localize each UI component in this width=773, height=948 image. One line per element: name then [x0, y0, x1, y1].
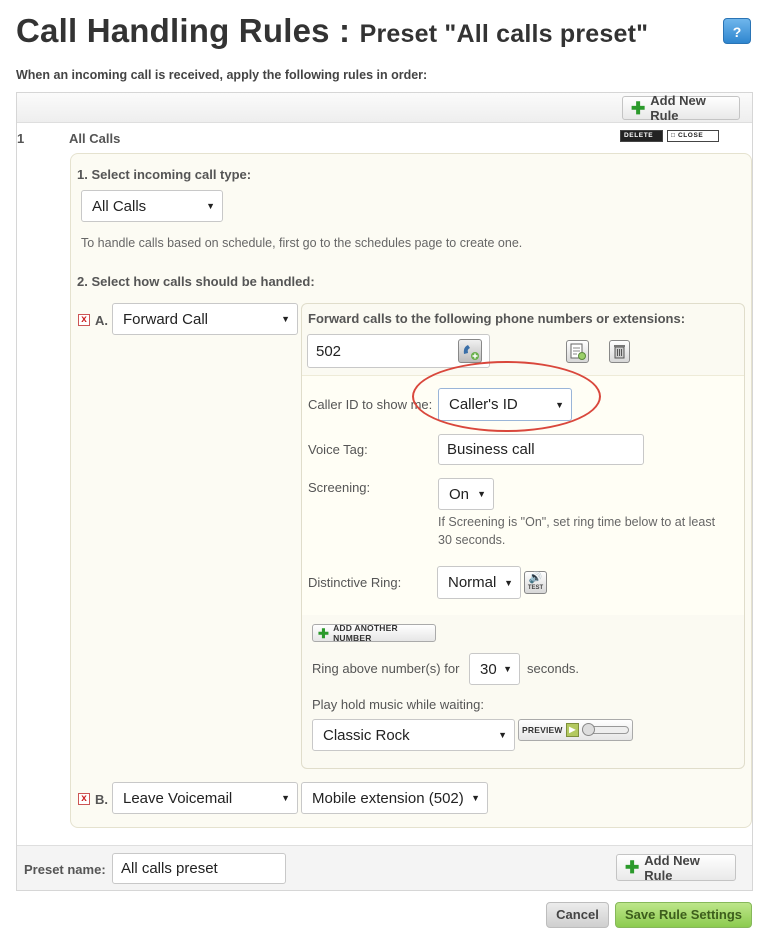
distinctive-ring-label: Distinctive Ring:: [308, 575, 402, 590]
action-b-select[interactable]: Leave Voicemail ▼: [112, 782, 298, 814]
ring-above-label: Ring above number(s) for: [312, 661, 460, 676]
preset-name-input[interactable]: All calls preset: [112, 853, 286, 884]
voice-tag-label: Voice Tag:: [308, 442, 368, 457]
remove-action-b-button[interactable]: x: [78, 793, 90, 805]
speaker-icon: 🔊: [528, 572, 543, 584]
dropdown-arrow-icon: ▼: [471, 793, 480, 803]
save-rule-settings-button[interactable]: Save Rule Settings: [615, 902, 752, 928]
play-icon[interactable]: ▶: [565, 723, 580, 737]
intro-text: When an incoming call is received, apply…: [16, 68, 428, 82]
dropdown-arrow-icon: ▼: [206, 201, 215, 211]
seconds-label: seconds.: [527, 661, 580, 676]
dropdown-arrow-icon: ▼: [281, 793, 290, 803]
volume-slider[interactable]: [582, 723, 629, 736]
remove-action-a-button[interactable]: x: [78, 314, 90, 326]
ring-seconds-select[interactable]: 30 ▼: [469, 653, 520, 685]
highlight-circle: [412, 361, 601, 432]
contact-card-icon[interactable]: [566, 340, 589, 363]
trash-icon[interactable]: [609, 340, 630, 363]
action-b-letter: B.: [95, 792, 108, 807]
preset-name-label: Preset name:: [24, 862, 106, 877]
dropdown-arrow-icon: ▼: [503, 664, 512, 674]
slider-handle[interactable]: [582, 723, 596, 736]
hold-music-label: Play hold music while waiting:: [312, 697, 484, 712]
rule-name: All Calls: [69, 131, 121, 146]
dropdown-arrow-icon: ▼: [504, 577, 513, 588]
plus-icon: ✚: [625, 858, 640, 877]
page-title: Call Handling Rules : Preset "All calls …: [16, 12, 649, 49]
dropdown-arrow-icon: ▼: [498, 730, 507, 740]
help-button[interactable]: ?: [723, 18, 751, 44]
voicemail-target-select[interactable]: Mobile extension (502) ▼: [301, 782, 488, 814]
add-new-rule-button-top[interactable]: ✚ Add New Rule: [622, 93, 740, 123]
screening-note: If Screening is "On", set ring time belo…: [438, 515, 716, 547]
dropdown-arrow-icon: ▼: [477, 489, 486, 499]
plus-icon: ✚: [631, 98, 646, 118]
schedule-note: To handle calls based on schedule, first…: [81, 236, 523, 250]
dropdown-arrow-icon: ▼: [281, 314, 290, 324]
forward-label: Forward calls to the following phone num…: [308, 311, 686, 326]
add-another-number-button[interactable]: ✚ ADD ANOTHER NUMBER: [312, 623, 436, 643]
screening-select[interactable]: On ▼: [438, 478, 494, 510]
close-rule-button[interactable]: □ CLOSE: [667, 130, 719, 142]
screening-label: Screening:: [308, 480, 371, 495]
delete-rule-button[interactable]: DELETE: [620, 130, 663, 142]
action-a-letter: A.: [95, 313, 108, 328]
call-type-select[interactable]: All Calls ▼: [81, 190, 223, 222]
distinctive-ring-select[interactable]: Normal ▼: [437, 566, 521, 599]
cancel-button[interactable]: Cancel: [546, 902, 609, 928]
step1-label: 1. Select incoming call type:: [77, 167, 252, 182]
test-ring-button[interactable]: 🔊 TEST: [524, 571, 547, 594]
add-new-rule-button-bottom[interactable]: ✚ Add New Rule: [616, 853, 736, 883]
phone-book-icon[interactable]: [458, 339, 482, 363]
step2-label: 2. Select how calls should be handled:: [77, 274, 315, 289]
action-a-select[interactable]: Forward Call ▼: [112, 303, 298, 335]
plus-icon: ✚: [318, 625, 330, 641]
preset-subtitle: Preset "All calls preset": [359, 20, 649, 48]
voice-tag-input[interactable]: Business call: [438, 434, 644, 465]
preview-player[interactable]: PREVIEW ▶: [518, 719, 633, 741]
hold-music-select[interactable]: Classic Rock ▼: [312, 719, 515, 751]
rule-number: 1: [17, 131, 25, 146]
